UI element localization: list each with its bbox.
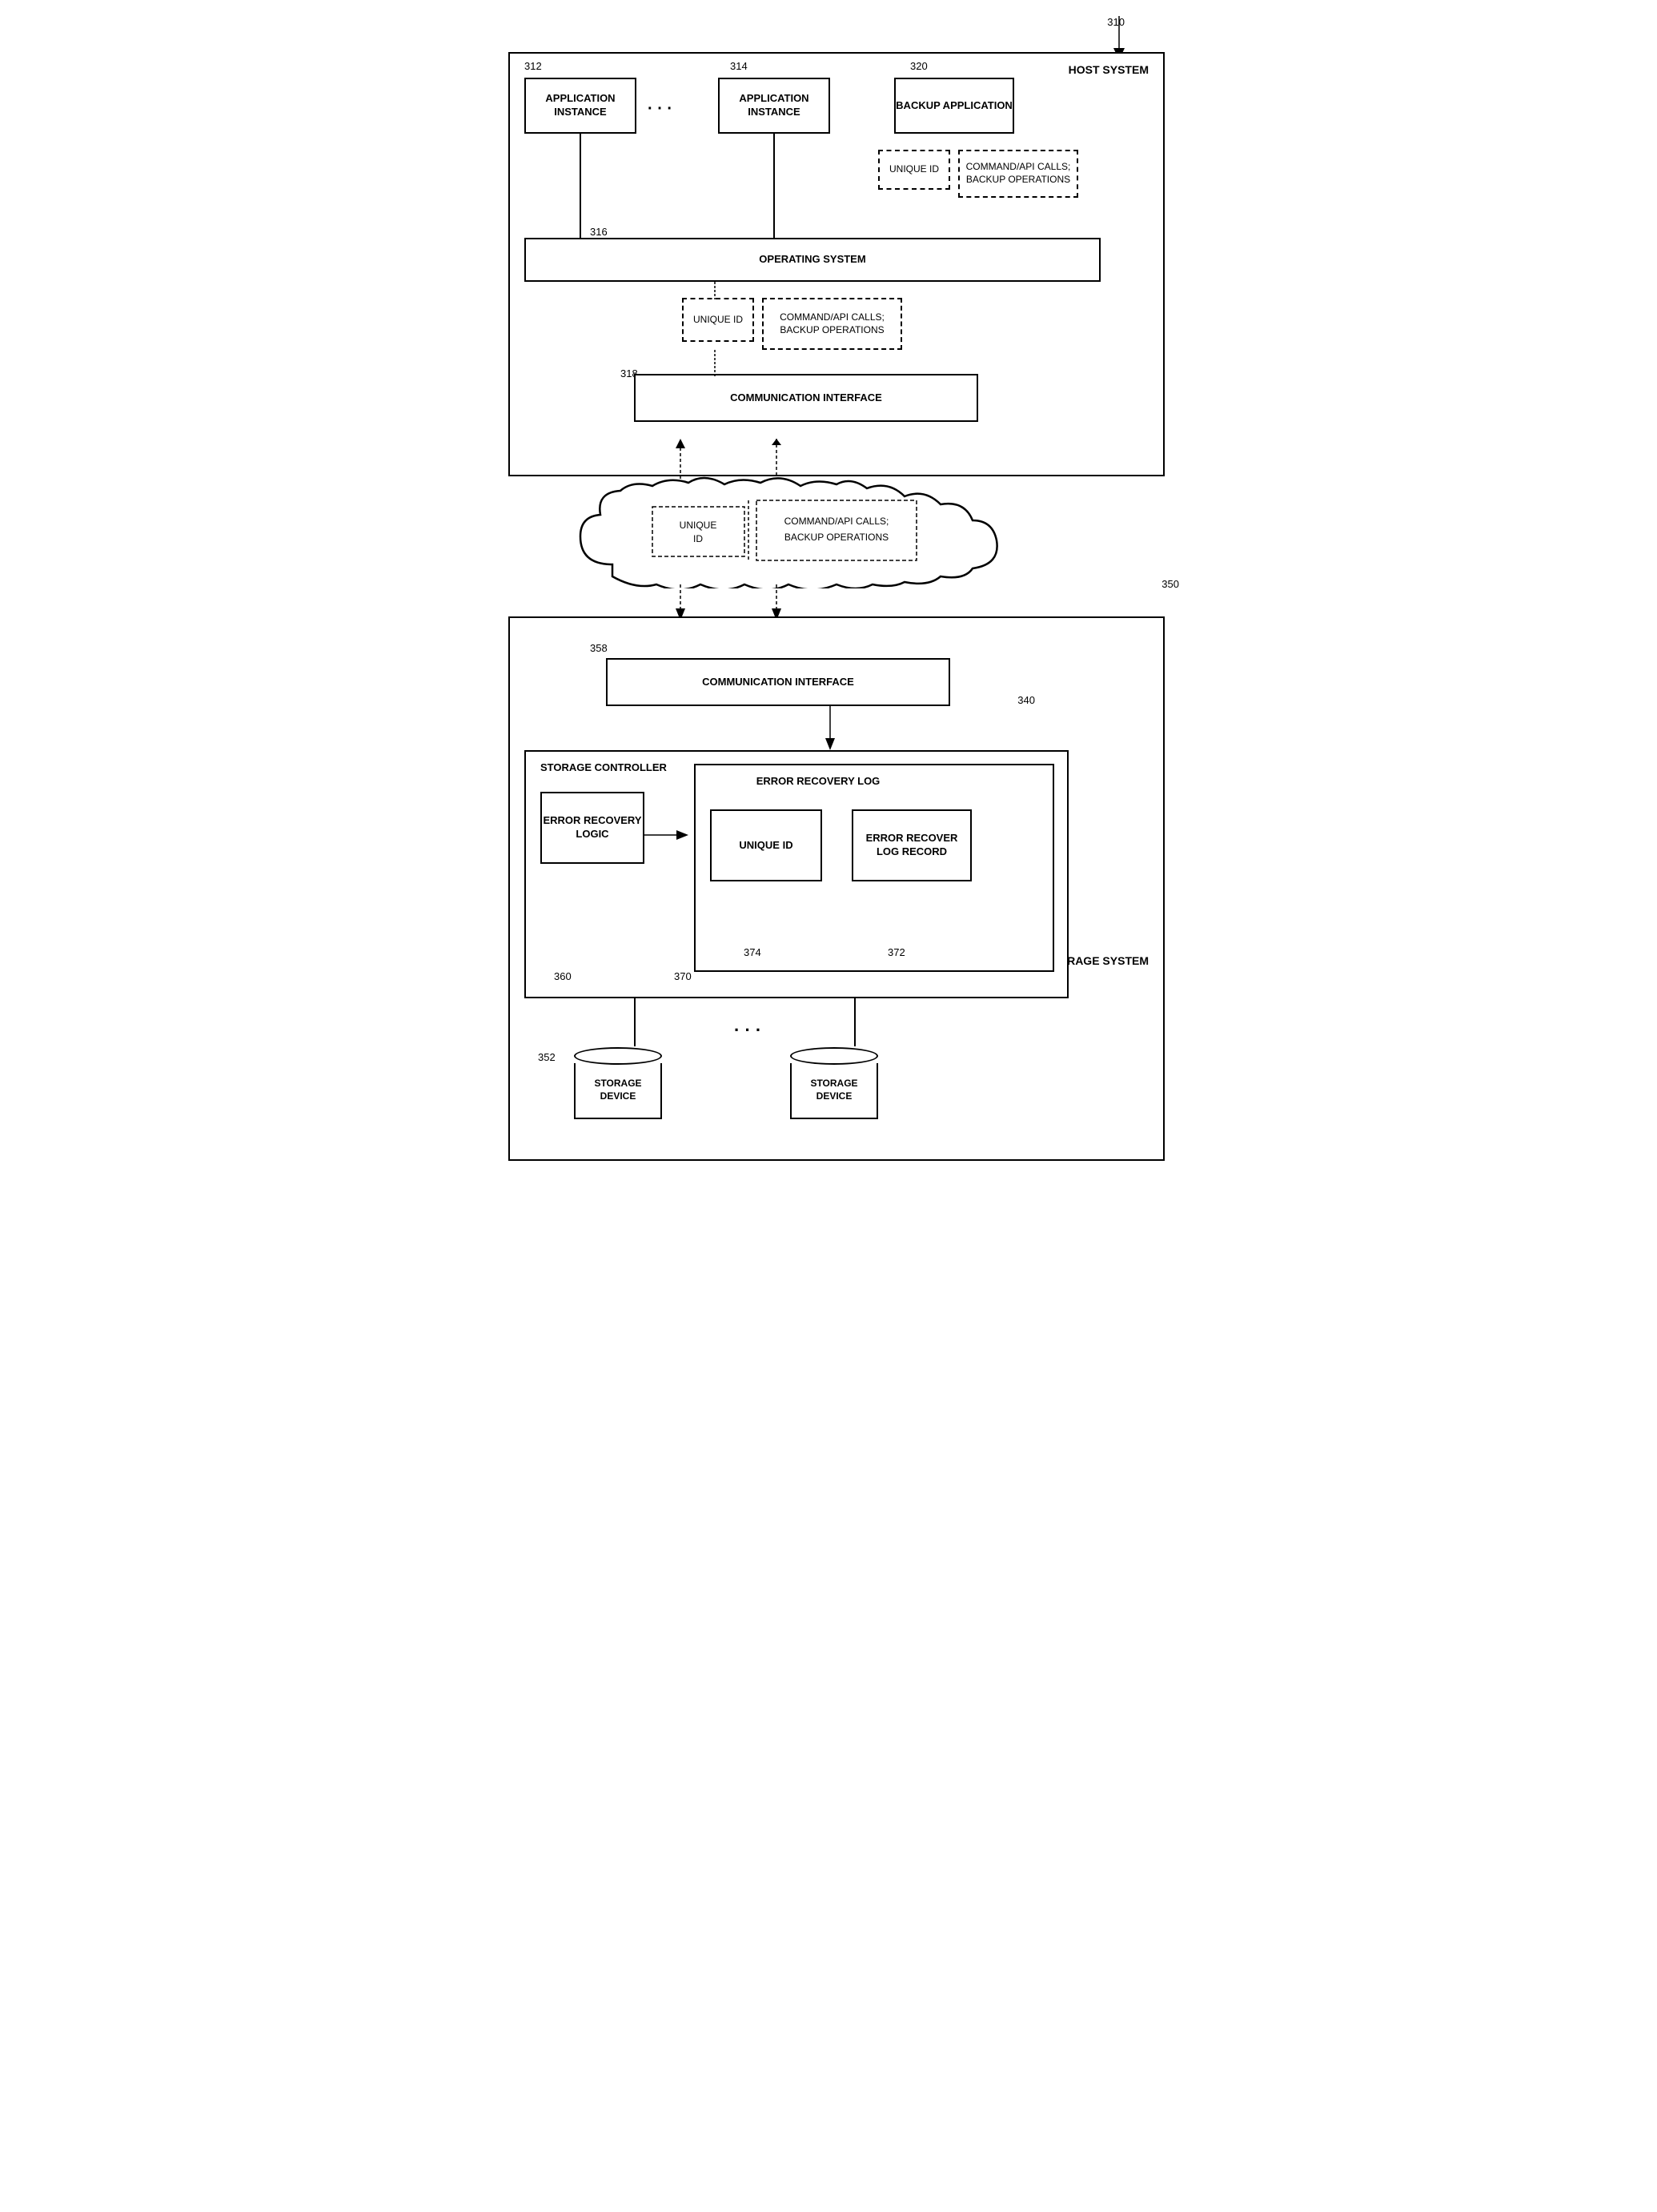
dots-between-storage: · · ·	[734, 1020, 761, 1041]
app-instance-2: APPLICATION INSTANCE	[718, 78, 830, 134]
unique-id-dashed-2: UNIQUE ID	[682, 298, 754, 342]
command-api-dashed-2: COMMAND/API CALLS; BACKUP OPERATIONS	[762, 298, 902, 350]
svg-text:COMMAND/API CALLS;: COMMAND/API CALLS;	[784, 516, 889, 527]
ref-312: 312	[524, 60, 542, 72]
ref-372: 372	[888, 946, 905, 958]
ref-352: 352	[538, 1051, 556, 1063]
ref-370: 370	[674, 970, 692, 982]
storage-system-container: STORAGE SYSTEM 350 358 COMMUNICATION INT…	[508, 616, 1165, 1161]
ref-320: 320	[910, 60, 928, 72]
host-system-label: HOST SYSTEM	[1069, 63, 1149, 76]
operating-system: OPERATING SYSTEM	[524, 238, 1101, 282]
unique-id-dashed-1: UNIQUE ID	[878, 150, 950, 190]
network-cloud: UNIQUE ID COMMAND/API CALLS; BACKUP OPER…	[564, 476, 1029, 588]
dots-between-apps: · · ·	[648, 100, 672, 118]
svg-text:UNIQUE: UNIQUE	[680, 520, 717, 531]
ref-350: 350	[1162, 578, 1179, 590]
backup-app: BACKUP APPLICATION	[894, 78, 1014, 134]
diagram-wrapper: 310 HOST SYSTEM 312 APPLICATION INSTANCE…	[484, 16, 1173, 48]
app-instance-1: APPLICATION INSTANCE	[524, 78, 636, 134]
host-system-container: HOST SYSTEM 312 APPLICATION INSTANCE · ·…	[508, 52, 1165, 476]
storage-device-1: STORAGE DEVICE	[574, 1047, 662, 1119]
ref-360: 360	[554, 970, 572, 982]
error-recovery-logic: ERROR RECOVERY LOGIC	[540, 792, 644, 864]
error-recovery-log-container: ERROR RECOVERY LOG UNIQUE ID ERROR RECOV…	[694, 764, 1054, 972]
command-api-dashed-1: COMMAND/API CALLS; BACKUP OPERATIONS	[958, 150, 1078, 198]
error-recover-log-record: ERROR RECOVER LOG RECORD	[852, 809, 972, 881]
svg-text:BACKUP OPERATIONS: BACKUP OPERATIONS	[784, 532, 889, 543]
inner-storage-container: STORAGE CONTROLLER ERROR RECOVERY LOGIC …	[524, 750, 1069, 998]
comm-interface-1: COMMUNICATION INTERFACE	[634, 374, 978, 422]
unique-id-box: UNIQUE ID	[710, 809, 822, 881]
ref-314: 314	[730, 60, 748, 72]
svg-text:ID: ID	[693, 533, 703, 544]
comm-interface-2: COMMUNICATION INTERFACE	[606, 658, 950, 706]
storage-controller-label: STORAGE CONTROLLER	[540, 761, 667, 773]
ref-340: 340	[1017, 694, 1035, 706]
storage-device-2: STORAGE DEVICE	[790, 1047, 878, 1119]
ref-316: 316	[590, 226, 608, 238]
ref-374: 374	[744, 946, 761, 958]
ref-358: 358	[590, 642, 608, 654]
